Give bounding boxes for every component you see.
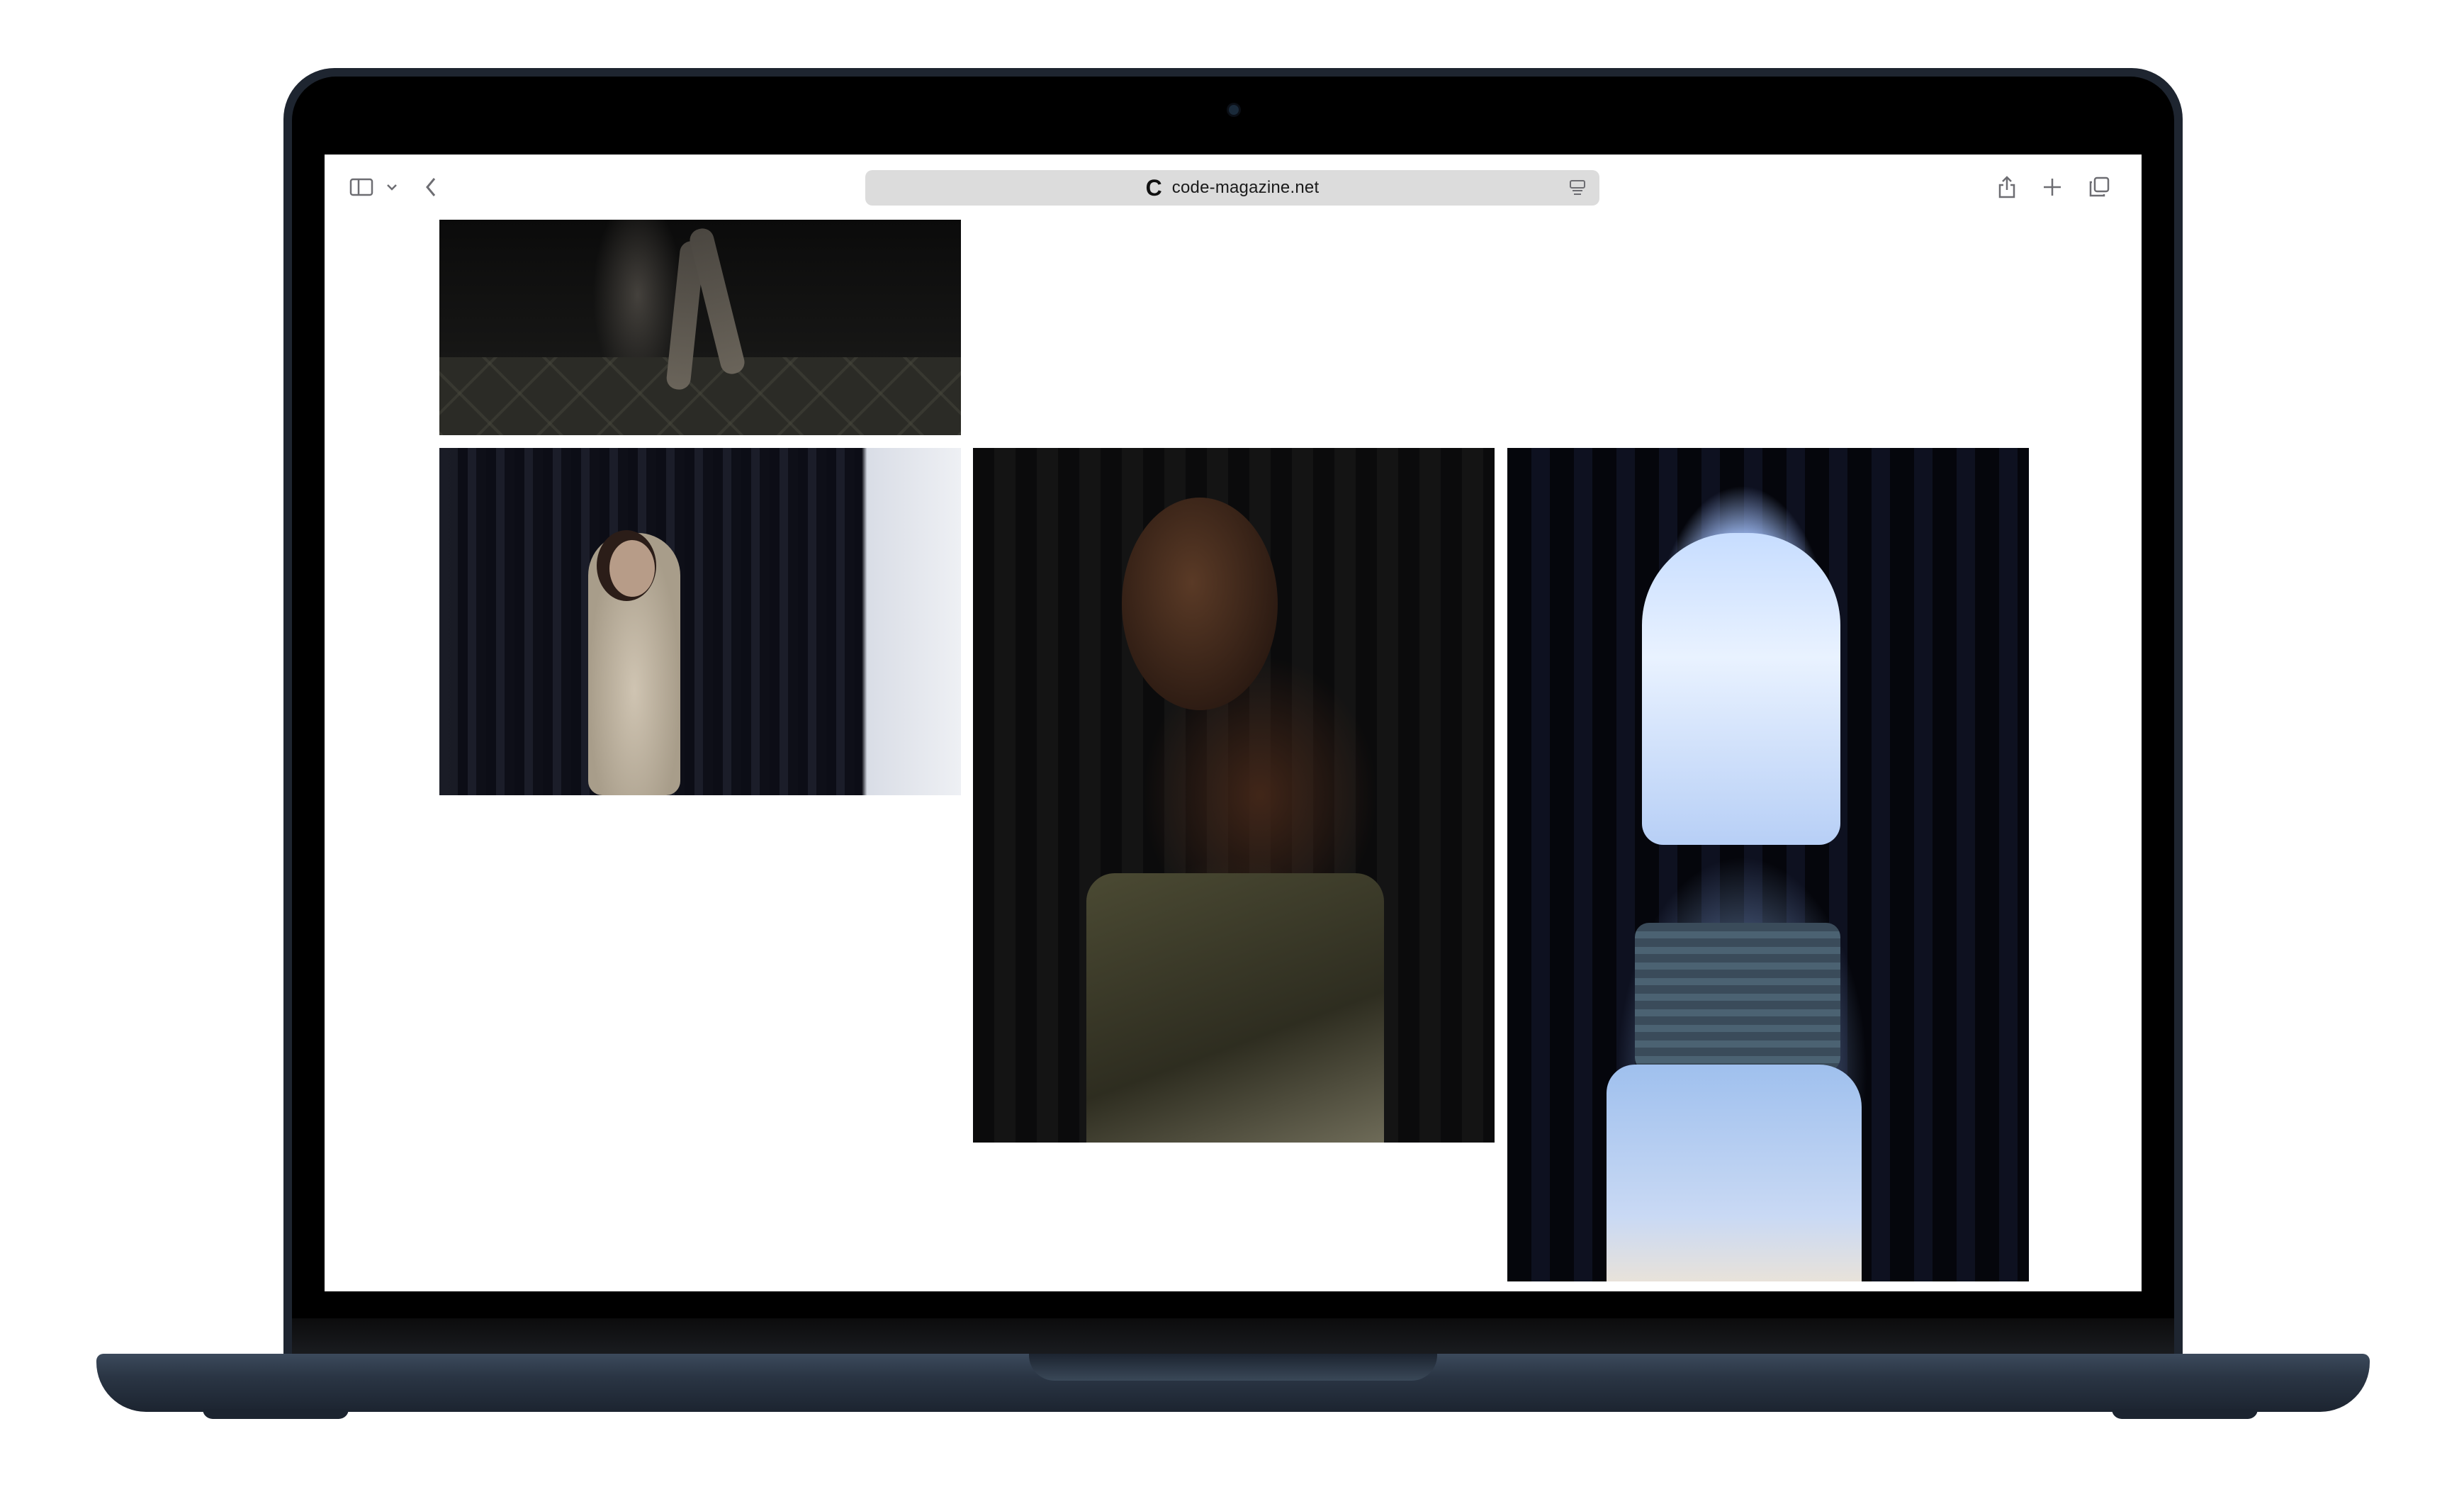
address-bar[interactable]: C code-magazine.net <box>865 170 1599 206</box>
opening-notch <box>1029 1354 1437 1381</box>
model-head <box>609 540 655 597</box>
url-text: code-magazine.net <box>1171 178 1320 197</box>
photo-model-back-white-hair[interactable] <box>1507 448 2029 1281</box>
photo-model-portrait-metallic-top[interactable] <box>973 448 1495 1143</box>
ruffled-top <box>1635 923 1840 1072</box>
sidebar-icon[interactable] <box>346 170 377 204</box>
laptop-foot-right <box>2112 1409 2258 1419</box>
chevron-down-icon[interactable] <box>381 170 403 204</box>
model-face <box>1122 498 1278 710</box>
back-arrow-icon[interactable] <box>417 170 445 204</box>
white-hair <box>1642 533 1840 845</box>
photo-model-in-sequin-dress-curtain[interactable] <box>439 448 961 795</box>
browser-window: C code-magazine.net <box>325 155 2142 1291</box>
page-content <box>325 220 2142 1291</box>
ruffled-skirt <box>1607 1065 1862 1281</box>
tabs-icon[interactable] <box>2085 170 2113 204</box>
metallic-top <box>1086 873 1384 1143</box>
share-icon[interactable] <box>1993 170 2021 204</box>
reader-icon[interactable] <box>1568 179 1587 201</box>
plus-icon[interactable] <box>2038 170 2066 204</box>
photo-legs-on-tiled-floor[interactable] <box>439 220 961 435</box>
site-favicon: C <box>1145 175 1162 201</box>
hinge <box>292 1318 2174 1358</box>
tiled-floor <box>439 357 961 435</box>
camera-icon <box>1229 105 1239 115</box>
laptop-foot-left <box>203 1409 349 1419</box>
browser-toolbar: C code-magazine.net <box>325 155 2142 220</box>
